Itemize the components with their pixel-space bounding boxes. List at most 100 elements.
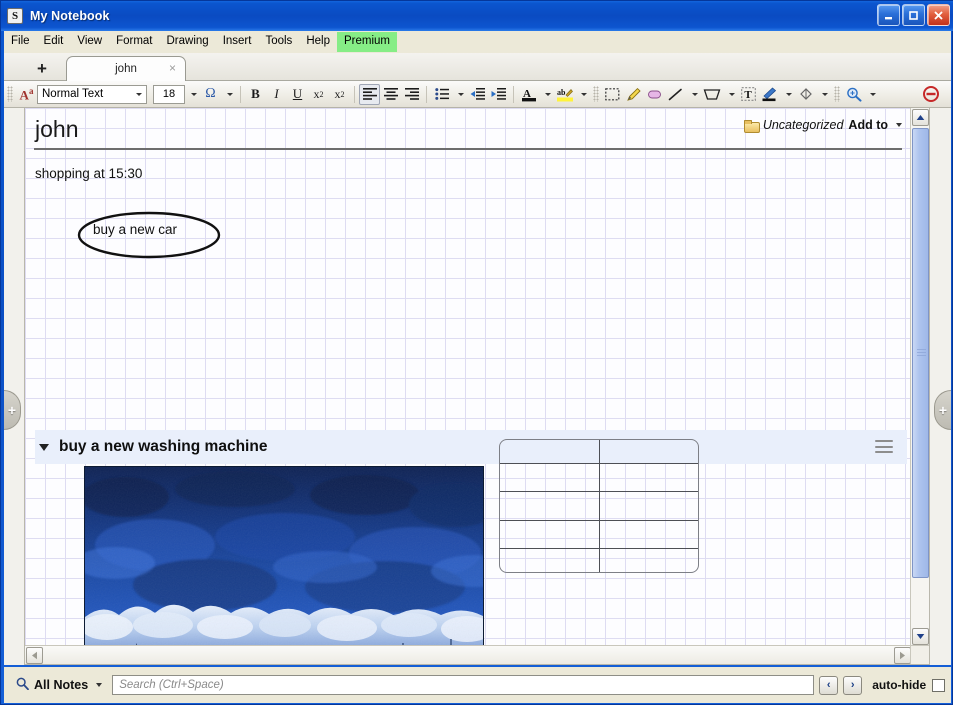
auto-hide-toggle[interactable]: auto-hide — [872, 678, 946, 692]
paragraph-style-select[interactable]: Normal Text — [37, 84, 147, 104]
line-tool-dropdown[interactable] — [686, 84, 701, 105]
table-cell[interactable] — [500, 491, 600, 521]
shape-tool-icon[interactable] — [701, 84, 723, 105]
menu-help[interactable]: Help — [299, 33, 337, 51]
tab-strip: + john × — [4, 53, 951, 81]
eraser-tool-icon[interactable] — [644, 84, 665, 105]
table-row — [500, 440, 698, 465]
chevron-down-icon — [136, 92, 142, 96]
highlight-dropdown[interactable] — [575, 84, 590, 105]
align-right-icon[interactable] — [401, 84, 422, 105]
vertical-scroll-thumb[interactable] — [912, 128, 929, 578]
collapse-triangle-icon[interactable] — [39, 443, 49, 451]
nav-back-button[interactable]: ‹ — [819, 675, 839, 695]
fill-tool-dropdown[interactable] — [816, 84, 831, 105]
shape-tool-dropdown[interactable] — [723, 84, 738, 105]
chevron-down-icon — [191, 92, 197, 96]
close-button[interactable] — [927, 4, 950, 26]
text-box-tool-icon[interactable]: T — [738, 84, 759, 105]
zoom-icon[interactable] — [843, 84, 864, 105]
symbol-icon[interactable]: Ω — [200, 84, 221, 105]
vertical-scrollbar[interactable] — [910, 108, 929, 646]
right-panel-expand-handle[interactable]: + — [934, 390, 951, 430]
highlight-icon[interactable]: ab — [554, 84, 575, 105]
pencil-tool-icon[interactable] — [623, 84, 644, 105]
table-cell[interactable] — [500, 519, 600, 549]
table-cell[interactable] — [598, 440, 698, 465]
title-bar: S My Notebook — [1, 1, 953, 31]
underline-button[interactable]: U — [287, 84, 308, 105]
scroll-up-icon[interactable] — [912, 109, 929, 126]
menu-file[interactable]: File — [4, 33, 37, 51]
note-image[interactable] — [84, 466, 484, 646]
menu-view[interactable]: View — [70, 33, 109, 51]
table-cell[interactable] — [598, 547, 698, 572]
subscript-button[interactable]: x2 — [329, 84, 350, 105]
scroll-thumb-grip — [917, 349, 926, 357]
menu-insert[interactable]: Insert — [216, 33, 259, 51]
fill-tool-icon[interactable] — [795, 84, 816, 105]
tab-john[interactable]: john × — [66, 56, 186, 81]
bold-button[interactable]: B — [245, 84, 266, 105]
bullet-list-dropdown[interactable] — [452, 84, 467, 105]
menu-drawing[interactable]: Drawing — [160, 33, 216, 51]
line-tool-icon[interactable] — [665, 84, 686, 105]
table-cell[interactable] — [598, 519, 698, 549]
font-size-select[interactable]: 18 — [153, 84, 185, 104]
search-placeholder: Search (Ctrl+Space) — [119, 679, 224, 691]
stop-icon[interactable] — [920, 84, 941, 105]
font-color-dropdown[interactable] — [539, 84, 554, 105]
note-body[interactable]: shopping at 15:30 buy a new car buy a ne… — [25, 158, 912, 646]
decrease-indent-icon[interactable] — [467, 84, 488, 105]
menu-edit[interactable]: Edit — [37, 33, 71, 51]
brush-tool-dropdown[interactable] — [780, 84, 795, 105]
menu-tools[interactable]: Tools — [258, 33, 299, 51]
superscript-button[interactable]: x2 — [308, 84, 329, 105]
note-table[interactable] — [499, 439, 699, 573]
change-case-icon[interactable]: Aa — [16, 84, 37, 105]
align-left-icon[interactable] — [359, 83, 380, 105]
toolbar-grip[interactable] — [7, 86, 13, 102]
table-cell[interactable] — [500, 463, 600, 493]
note-title[interactable]: john — [35, 116, 78, 143]
table-cell[interactable] — [500, 440, 600, 465]
menu-premium[interactable]: Premium — [336, 32, 397, 52]
tab-close-icon[interactable]: × — [169, 62, 176, 74]
table-cell[interactable] — [598, 463, 698, 493]
all-notes-selector[interactable]: All Notes — [16, 677, 103, 693]
status-bar: All Notes Search (Ctrl+Space) ‹ › auto-h… — [4, 667, 951, 703]
maximize-button[interactable] — [902, 4, 925, 26]
menu-format[interactable]: Format — [109, 33, 159, 51]
nav-forward-button[interactable]: › — [843, 675, 863, 695]
align-center-icon[interactable] — [380, 84, 401, 105]
minimize-button[interactable] — [877, 4, 900, 26]
brush-tool-icon[interactable] — [759, 84, 780, 105]
toolbar-grip[interactable] — [593, 86, 599, 102]
font-size-dropdown[interactable] — [185, 84, 200, 105]
new-tab-button[interactable]: + — [31, 57, 53, 79]
bullet-list-icon[interactable] — [431, 84, 452, 105]
symbol-dropdown[interactable] — [221, 84, 236, 105]
table-cell[interactable] — [598, 491, 698, 521]
section-header[interactable]: buy a new washing machine — [35, 430, 907, 464]
select-tool-icon[interactable] — [602, 84, 623, 105]
auto-hide-checkbox[interactable] — [932, 678, 946, 692]
font-color-icon[interactable]: A — [518, 84, 539, 105]
increase-indent-icon[interactable] — [488, 84, 509, 105]
section-menu-icon[interactable] — [875, 440, 893, 453]
scroll-left-icon[interactable] — [26, 647, 43, 664]
add-to-label: Add to — [848, 118, 888, 132]
horizontal-scrollbar[interactable] — [25, 645, 912, 664]
left-panel-expand-handle[interactable]: + — [4, 390, 21, 430]
zoom-dropdown[interactable] — [864, 84, 879, 105]
italic-button[interactable]: I — [266, 84, 287, 105]
table-cell[interactable] — [500, 547, 600, 572]
chevron-down-icon — [458, 92, 464, 96]
scroll-right-icon[interactable] — [894, 647, 911, 664]
chevron-down-icon — [870, 92, 876, 96]
section-title: buy a new washing machine — [59, 438, 268, 455]
toolbar-grip[interactable] — [834, 86, 840, 102]
scroll-down-icon[interactable] — [912, 628, 929, 645]
search-input[interactable]: Search (Ctrl+Space) — [112, 675, 815, 695]
notebook-selector[interactable]: Uncategorized Add to — [743, 118, 902, 133]
